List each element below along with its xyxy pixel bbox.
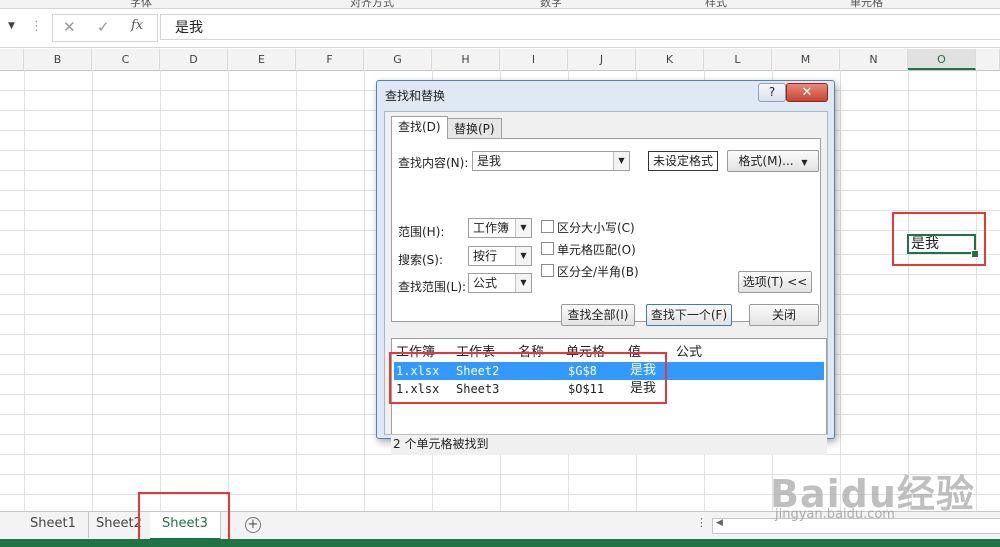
search-order-value: 按行 (473, 249, 498, 263)
find-what-value: 是我 (477, 154, 502, 168)
select-all-corner[interactable] (0, 49, 24, 70)
chevron-down-icon[interactable]: ▼ (613, 152, 629, 170)
column-header[interactable]: J (568, 49, 636, 70)
look-in-label: 查找范围(L): (398, 280, 467, 294)
chevron-down-icon: ▼ (801, 158, 808, 167)
formula-bar-grip-icon: ⋮ (30, 19, 43, 34)
tab-find[interactable]: 查找(D) (391, 116, 448, 139)
find-next-button[interactable]: 查找下一个(F) (646, 304, 732, 326)
format-button-label: 格式(M)... (738, 154, 794, 168)
find-what-label: 查找内容(N): (398, 156, 469, 170)
baidu-watermark-url: jingyan.baidu.com (775, 507, 895, 522)
enter-icon[interactable]: ✓ (97, 18, 110, 36)
column-header[interactable]: B (24, 49, 92, 70)
sheet-tab-sheet1[interactable]: Sheet1 (18, 512, 89, 538)
column-header-bar: B C D E F G H I J K L M N O (0, 49, 1000, 71)
tab-split-handle-icon[interactable]: ⋮ (696, 516, 707, 529)
help-button[interactable]: ? (758, 83, 786, 102)
name-box-dropdown-icon[interactable]: ▼ (8, 21, 15, 31)
cancel-icon[interactable]: ✕ (63, 18, 76, 36)
add-sheet-icon[interactable]: + (245, 517, 261, 533)
column-header-selected[interactable]: O (908, 49, 976, 70)
find-what-input[interactable]: 是我 ▼ (472, 151, 630, 171)
highlight-box-active-cell (892, 212, 986, 266)
column-header[interactable]: K (636, 49, 704, 70)
match-width-checkbox[interactable] (541, 264, 554, 277)
options-button[interactable]: 选项(T) << (738, 271, 812, 293)
column-header[interactable] (976, 49, 1000, 70)
find-all-button[interactable]: 查找全部(I) (561, 304, 635, 326)
column-header[interactable]: M (772, 49, 840, 70)
column-header[interactable]: E (228, 49, 296, 70)
ribbon-group-font: 字体 (130, 0, 152, 9)
search-label: 搜索(S): (398, 253, 444, 267)
scope-value: 工作簿 (473, 221, 510, 235)
find-tab-panel: 查找内容(N): 是我 ▼ 未设定格式 格式(M)... ▼ 范围(H): 工作… (391, 138, 821, 322)
match-width-label: 区分全/半角(B) (557, 265, 639, 279)
column-header[interactable]: H (432, 49, 500, 70)
tab-replace[interactable]: 替换(P) (447, 118, 502, 139)
match-case-label: 区分大小写(C) (557, 221, 635, 235)
status-bar (0, 539, 1000, 547)
ribbon-group-labels: 字体 对齐方式 数字 样式 单元格 (0, 0, 1000, 9)
look-in-select[interactable]: 公式 ▼ (468, 273, 532, 293)
column-header[interactable]: N (840, 49, 908, 70)
column-header[interactable]: C (92, 49, 160, 70)
match-entire-checkbox[interactable] (541, 242, 554, 255)
chevron-down-icon[interactable]: ▼ (515, 274, 531, 292)
results-header-formula[interactable]: 公式 (676, 341, 702, 360)
highlight-box-results (389, 352, 667, 404)
results-status: 2 个单元格被找到 (391, 434, 827, 455)
column-header[interactable]: L (704, 49, 772, 70)
scope-label: 范围(H): (398, 225, 445, 239)
formula-bar-buttons: ✕ ✓ fx (52, 14, 158, 42)
search-order-select[interactable]: 按行 ▼ (468, 246, 532, 266)
match-case-checkbox[interactable] (541, 220, 554, 233)
ribbon-group-number: 数字 (540, 0, 562, 9)
chevron-down-icon[interactable]: ▼ (515, 219, 531, 237)
highlight-box-sheet3 (138, 492, 230, 541)
column-header[interactable]: D (160, 49, 228, 70)
format-preview: 未设定格式 (648, 151, 718, 171)
dialog-title: 查找和替换 (385, 89, 446, 103)
column-header[interactable]: I (500, 49, 568, 70)
formula-input[interactable]: 是我 (160, 14, 1000, 40)
match-entire-label: 单元格匹配(O) (557, 243, 636, 257)
close-button[interactable]: 关闭 (749, 304, 819, 326)
ribbon-group-alignment: 对齐方式 (350, 0, 394, 9)
scroll-left-icon[interactable]: ◀ (716, 518, 723, 528)
look-in-value: 公式 (473, 276, 498, 290)
column-header[interactable]: G (364, 49, 432, 70)
ribbon-group-styles: 样式 (705, 0, 727, 9)
scope-select[interactable]: 工作簿 ▼ (468, 218, 532, 238)
chevron-down-icon[interactable]: ▼ (515, 247, 531, 265)
ribbon-group-cells: 单元格 (850, 0, 883, 9)
format-button[interactable]: 格式(M)... ▼ (727, 150, 819, 172)
column-header[interactable]: F (296, 49, 364, 70)
formula-bar: ▼ ⋮ ✕ ✓ fx 是我 (0, 9, 1000, 48)
dialog-close-button[interactable]: ✕ (786, 83, 828, 102)
insert-function-icon[interactable]: fx (131, 18, 143, 33)
